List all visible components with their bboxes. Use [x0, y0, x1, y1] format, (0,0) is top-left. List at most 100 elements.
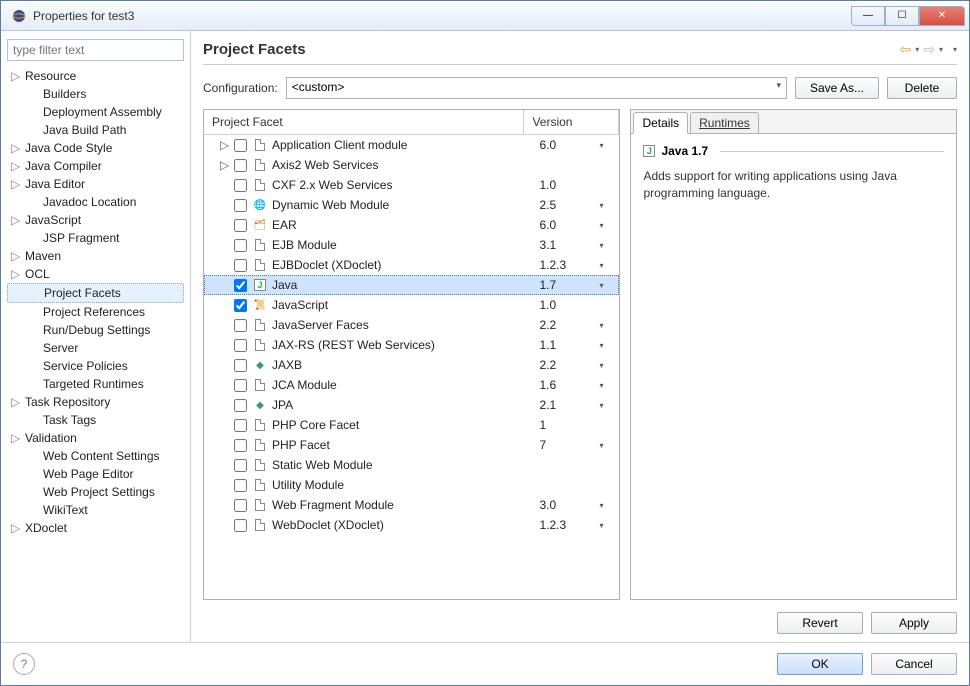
- sidebar-item-web-content-settings[interactable]: Web Content Settings: [7, 447, 184, 465]
- expand-icon[interactable]: ▷: [11, 521, 21, 535]
- sidebar-item-maven[interactable]: ▷Maven: [7, 247, 184, 265]
- sidebar-item-resource[interactable]: ▷Resource: [7, 67, 184, 85]
- facet-checkbox[interactable]: [234, 399, 247, 412]
- version-dropdown-icon[interactable]: ▾: [599, 361, 619, 370]
- apply-button[interactable]: Apply: [871, 612, 957, 634]
- facet-row-dynamic-web-module[interactable]: 🌐Dynamic Web Module2.5▾: [204, 195, 619, 215]
- column-version[interactable]: Version: [524, 110, 619, 134]
- maximize-button[interactable]: ☐: [885, 6, 919, 26]
- expand-icon[interactable]: ▷: [11, 159, 21, 173]
- facet-row-ejbdoclet-xdoclet-[interactable]: EJBDoclet (XDoclet)1.2.3▾: [204, 255, 619, 275]
- ok-button[interactable]: OK: [777, 653, 863, 675]
- sidebar-item-java-compiler[interactable]: ▷Java Compiler: [7, 157, 184, 175]
- facet-checkbox[interactable]: [234, 419, 247, 432]
- sidebar-item-jsp-fragment[interactable]: JSP Fragment: [7, 229, 184, 247]
- expand-icon[interactable]: ▷: [11, 141, 21, 155]
- view-menu-icon[interactable]: ▾: [953, 45, 957, 54]
- version-dropdown-icon[interactable]: ▾: [599, 381, 619, 390]
- facet-checkbox[interactable]: [234, 519, 247, 532]
- facet-row-application-client-module[interactable]: ▷Application Client module6.0▾: [204, 135, 619, 155]
- version-dropdown-icon[interactable]: ▾: [599, 441, 619, 450]
- facet-checkbox[interactable]: [234, 299, 247, 312]
- facet-checkbox[interactable]: [234, 199, 247, 212]
- sidebar-item-project-references[interactable]: Project References: [7, 303, 184, 321]
- help-button[interactable]: ?: [13, 653, 35, 675]
- facet-checkbox[interactable]: [234, 359, 247, 372]
- facet-row-static-web-module[interactable]: Static Web Module: [204, 455, 619, 475]
- revert-button[interactable]: Revert: [777, 612, 863, 634]
- sidebar-item-deployment-assembly[interactable]: Deployment Assembly: [7, 103, 184, 121]
- version-dropdown-icon[interactable]: ▾: [599, 341, 619, 350]
- facet-row-php-core-facet[interactable]: PHP Core Facet1: [204, 415, 619, 435]
- expand-icon[interactable]: ▷: [220, 158, 234, 172]
- facet-row-cxf-2-x-web-services[interactable]: CXF 2.x Web Services1.0: [204, 175, 619, 195]
- facet-checkbox[interactable]: [234, 179, 247, 192]
- version-dropdown-icon[interactable]: ▾: [599, 261, 619, 270]
- facet-checkbox[interactable]: [234, 159, 247, 172]
- filter-input[interactable]: [7, 39, 184, 61]
- expand-icon[interactable]: ▷: [220, 138, 234, 152]
- facet-checkbox[interactable]: [234, 499, 247, 512]
- forward-icon[interactable]: ⇨: [923, 41, 935, 58]
- back-icon[interactable]: ⇦: [899, 41, 911, 58]
- sidebar-item-server[interactable]: Server: [7, 339, 184, 357]
- sidebar-item-web-project-settings[interactable]: Web Project Settings: [7, 483, 184, 501]
- facet-checkbox[interactable]: [234, 139, 247, 152]
- facet-checkbox[interactable]: [234, 239, 247, 252]
- sidebar-item-validation[interactable]: ▷Validation: [7, 429, 184, 447]
- forward-menu-icon[interactable]: ▾: [939, 45, 943, 54]
- facet-row-webdoclet-xdoclet-[interactable]: WebDoclet (XDoclet)1.2.3▾: [204, 515, 619, 535]
- configuration-select[interactable]: <custom>▾: [286, 77, 787, 99]
- version-dropdown-icon[interactable]: ▾: [599, 141, 619, 150]
- expand-icon[interactable]: ▷: [11, 267, 21, 281]
- expand-icon[interactable]: ▷: [11, 213, 21, 227]
- facet-checkbox[interactable]: [234, 319, 247, 332]
- back-menu-icon[interactable]: ▾: [915, 45, 919, 54]
- facet-row-ejb-module[interactable]: EJB Module3.1▾: [204, 235, 619, 255]
- facet-checkbox[interactable]: [234, 379, 247, 392]
- tab-details[interactable]: Details: [633, 112, 688, 134]
- version-dropdown-icon[interactable]: ▾: [599, 201, 619, 210]
- version-dropdown-icon[interactable]: ▾: [599, 501, 619, 510]
- close-button[interactable]: ✕: [919, 6, 965, 26]
- version-dropdown-icon[interactable]: ▾: [599, 221, 619, 230]
- version-dropdown-icon[interactable]: ▾: [599, 521, 619, 530]
- sidebar-item-java-editor[interactable]: ▷Java Editor: [7, 175, 184, 193]
- sidebar-item-javascript[interactable]: ▷JavaScript: [7, 211, 184, 229]
- sidebar-item-ocl[interactable]: ▷OCL: [7, 265, 184, 283]
- version-dropdown-icon[interactable]: ▾: [599, 321, 619, 330]
- facet-row-ear[interactable]: 🗂EAR6.0▾: [204, 215, 619, 235]
- delete-button[interactable]: Delete: [887, 77, 957, 99]
- facet-row-jax-rs-rest-web-services-[interactable]: JAX-RS (REST Web Services)1.1▾: [204, 335, 619, 355]
- facet-checkbox[interactable]: [234, 339, 247, 352]
- tab-runtimes[interactable]: Runtimes: [690, 112, 759, 134]
- facet-checkbox[interactable]: [234, 259, 247, 272]
- sidebar-item-project-facets[interactable]: Project Facets: [7, 283, 184, 303]
- cancel-button[interactable]: Cancel: [871, 653, 957, 675]
- sidebar-item-java-build-path[interactable]: Java Build Path: [7, 121, 184, 139]
- sidebar-item-task-repository[interactable]: ▷Task Repository: [7, 393, 184, 411]
- expand-icon[interactable]: ▷: [11, 249, 21, 263]
- sidebar-item-web-page-editor[interactable]: Web Page Editor: [7, 465, 184, 483]
- expand-icon[interactable]: ▷: [11, 431, 21, 445]
- sidebar-item-xdoclet[interactable]: ▷XDoclet: [7, 519, 184, 537]
- expand-icon[interactable]: ▷: [11, 177, 21, 191]
- facet-row-javaserver-faces[interactable]: JavaServer Faces2.2▾: [204, 315, 619, 335]
- expand-icon[interactable]: ▷: [11, 69, 21, 83]
- facet-checkbox[interactable]: [234, 219, 247, 232]
- facet-row-java[interactable]: JJava1.7▾: [204, 275, 619, 295]
- facet-checkbox[interactable]: [234, 479, 247, 492]
- sidebar-item-run-debug-settings[interactable]: Run/Debug Settings: [7, 321, 184, 339]
- facet-row-javascript[interactable]: 📜JavaScript1.0: [204, 295, 619, 315]
- facet-checkbox[interactable]: [234, 279, 247, 292]
- facet-row-jca-module[interactable]: JCA Module1.6▾: [204, 375, 619, 395]
- expand-icon[interactable]: ▷: [11, 395, 21, 409]
- sidebar-item-targeted-runtimes[interactable]: Targeted Runtimes: [7, 375, 184, 393]
- sidebar-item-wikitext[interactable]: WikiText: [7, 501, 184, 519]
- sidebar-item-service-policies[interactable]: Service Policies: [7, 357, 184, 375]
- version-dropdown-icon[interactable]: ▾: [599, 241, 619, 250]
- facet-row-php-facet[interactable]: PHP Facet7▾: [204, 435, 619, 455]
- minimize-button[interactable]: —: [851, 6, 885, 26]
- facet-row-utility-module[interactable]: Utility Module: [204, 475, 619, 495]
- facet-row-web-fragment-module[interactable]: Web Fragment Module3.0▾: [204, 495, 619, 515]
